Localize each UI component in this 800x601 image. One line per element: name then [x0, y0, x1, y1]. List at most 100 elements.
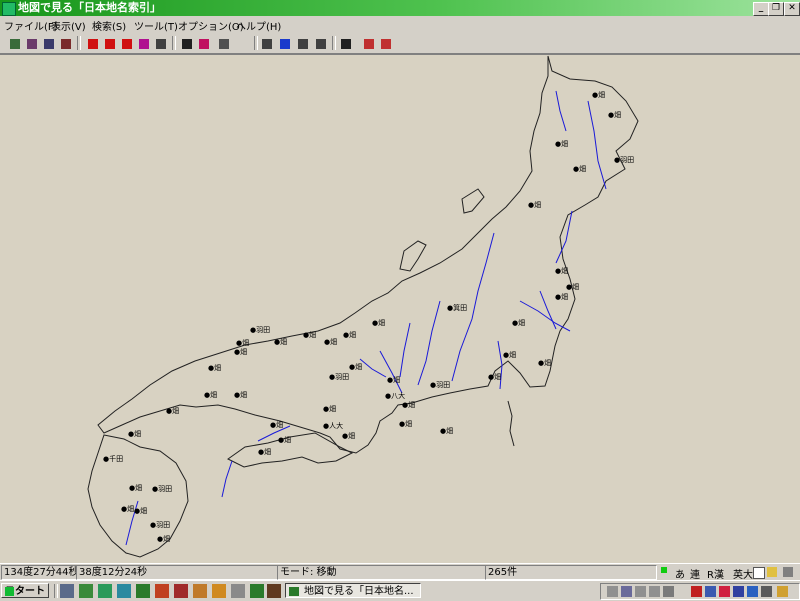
- tray-icon[interactable]: [649, 586, 660, 597]
- ime-help-icon[interactable]: [767, 567, 777, 577]
- taskbar-window-button[interactable]: 地図で見る「日本地名...: [285, 583, 421, 598]
- place-label[interactable]: ●畑: [134, 507, 147, 515]
- place-label[interactable]: ●畑: [488, 373, 501, 381]
- frame-button[interactable]: [377, 35, 395, 53]
- table-button[interactable]: [276, 35, 294, 53]
- menu-search[interactable]: 検索(S): [92, 18, 126, 33]
- japan-map[interactable]: ●畑 ●畑 ●畑 ●畑 ●羽田 ●畑 ●畑 ●畑 ●畑 ●箕田 ●畑 ●畑 ●畑 ●畑 ●畑 ●羽田 ●畑 ●畑 ●…: [0, 55, 800, 563]
- ime-hiragana-button[interactable]: あ: [675, 566, 685, 581]
- menu-help[interactable]: ヘルプ(H): [236, 18, 281, 33]
- place-label[interactable]: ●畑: [234, 348, 247, 356]
- ime-pad-icon[interactable]: [753, 567, 765, 579]
- rectangle-button[interactable]: [215, 35, 233, 53]
- place-label[interactable]: ●畑: [503, 351, 516, 359]
- search-button[interactable]: [178, 35, 196, 53]
- zoom-out-button[interactable]: [101, 35, 119, 53]
- start-button[interactable]: スタート: [1, 583, 49, 598]
- place-label[interactable]: ●畑: [258, 448, 271, 456]
- bar-chart-button[interactable]: [258, 35, 276, 53]
- quicklaunch-app-icon[interactable]: [193, 584, 207, 598]
- place-label[interactable]: ●畑: [204, 391, 217, 399]
- tray-icon[interactable]: [761, 586, 772, 597]
- place-label[interactable]: ●畑: [402, 401, 415, 409]
- tray-icon[interactable]: [777, 586, 788, 597]
- quicklaunch-app-icon[interactable]: [98, 584, 112, 598]
- tray-icon[interactable]: [607, 586, 618, 597]
- place-label[interactable]: ●畑: [208, 364, 221, 372]
- minimize-button[interactable]: _: [753, 2, 769, 16]
- place-label[interactable]: ●畑: [270, 421, 283, 429]
- place-label[interactable]: ●畑: [387, 376, 400, 384]
- menu-view[interactable]: 表示(V): [51, 18, 86, 33]
- ime-eidai-button[interactable]: 英大: [733, 566, 753, 581]
- place-label[interactable]: ●畑: [157, 535, 170, 543]
- tray-icon[interactable]: [747, 586, 758, 597]
- place-label[interactable]: ●羽田: [329, 373, 349, 381]
- quicklaunch-app-icon[interactable]: [267, 584, 281, 598]
- place-label[interactable]: ●畑: [278, 436, 291, 444]
- place-label[interactable]: ●羽田: [152, 485, 172, 493]
- view-button[interactable]: [312, 35, 330, 53]
- place-label[interactable]: ●畑: [166, 407, 179, 415]
- place-label[interactable]: ●畑: [342, 432, 355, 440]
- layers-button[interactable]: [337, 35, 355, 53]
- quicklaunch-app-icon[interactable]: [212, 584, 226, 598]
- map-open-button[interactable]: [6, 35, 24, 53]
- place-label[interactable]: ●畑: [399, 420, 412, 428]
- tray-icon[interactable]: [621, 586, 632, 597]
- quicklaunch-app-icon[interactable]: [231, 584, 245, 598]
- place-label[interactable]: ●畑: [440, 427, 453, 435]
- place-label[interactable]: ●畑: [528, 201, 541, 209]
- place-label[interactable]: ●羽田: [430, 381, 450, 389]
- place-label[interactable]: ●羽田: [614, 156, 634, 164]
- place-label[interactable]: ●畑: [303, 331, 316, 339]
- tray-icon[interactable]: [663, 586, 674, 597]
- tray-icon[interactable]: [691, 586, 702, 597]
- map-print-button[interactable]: [23, 35, 41, 53]
- map-export-button[interactable]: [57, 35, 75, 53]
- place-label[interactable]: ●畑: [274, 338, 287, 346]
- place-label[interactable]: ●八大: [385, 391, 405, 400]
- list-button[interactable]: [294, 35, 312, 53]
- ime-roman-kanji-button[interactable]: R漢: [707, 566, 724, 581]
- tray-icon[interactable]: [635, 586, 646, 597]
- eraser-button[interactable]: [152, 35, 170, 53]
- ime-renbun-button[interactable]: 連: [690, 566, 700, 581]
- place-label[interactable]: ●畑: [566, 283, 579, 291]
- quicklaunch-app-icon[interactable]: [250, 584, 264, 598]
- quicklaunch-app-icon[interactable]: [79, 584, 93, 598]
- quicklaunch-app-icon[interactable]: [174, 584, 188, 598]
- place-label[interactable]: ●畑: [349, 363, 362, 371]
- place-label[interactable]: ●畑: [128, 430, 141, 438]
- tray-icon[interactable]: [705, 586, 716, 597]
- place-label[interactable]: ●箕田: [447, 303, 467, 312]
- place-label[interactable]: ●畑: [512, 319, 525, 327]
- place-label[interactable]: ●畑: [608, 111, 621, 119]
- menu-tools[interactable]: ツール(T): [134, 18, 178, 33]
- quicklaunch-app-icon[interactable]: [155, 584, 169, 598]
- place-label[interactable]: ●畑: [538, 359, 551, 367]
- map-view[interactable]: ●畑 ●畑 ●畑 ●畑 ●羽田 ●畑 ●畑 ●畑 ●畑 ●箕田 ●畑 ●畑 ●畑 ●畑 ●畑 ●羽田 ●畑 ●畑 ●…: [0, 54, 800, 563]
- place-label[interactable]: ●畑: [372, 319, 385, 327]
- place-label[interactable]: ●畑: [236, 339, 249, 347]
- quicklaunch-app-icon[interactable]: [136, 584, 150, 598]
- place-label[interactable]: ●羽田: [250, 326, 270, 334]
- quicklaunch-app-icon[interactable]: [117, 584, 131, 598]
- place-label[interactable]: ●畑: [555, 293, 568, 301]
- place-label[interactable]: ●羽田: [150, 521, 170, 529]
- place-label[interactable]: ●畑: [121, 505, 134, 513]
- place-label[interactable]: ●畑: [555, 140, 568, 148]
- restore-button[interactable]: ❐: [768, 2, 784, 16]
- place-label[interactable]: ●畑: [129, 484, 142, 492]
- place-label[interactable]: ●畑: [573, 165, 586, 173]
- close-button[interactable]: ✕: [784, 2, 800, 16]
- place-label[interactable]: ●畑: [324, 338, 337, 346]
- place-label[interactable]: ●畑: [555, 267, 568, 275]
- zoom-area-button[interactable]: [118, 35, 136, 53]
- bell-button[interactable]: [360, 35, 378, 53]
- zoom-in-button[interactable]: [84, 35, 102, 53]
- place-label[interactable]: ●畑: [234, 391, 247, 399]
- tray-icon[interactable]: [733, 586, 744, 597]
- place-label[interactable]: ●畑: [592, 91, 605, 99]
- search-list-button[interactable]: [195, 35, 213, 53]
